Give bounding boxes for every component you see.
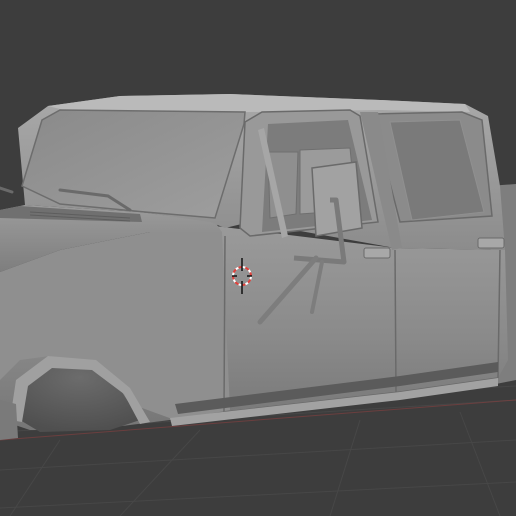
- viewport-canvas[interactable]: [0, 0, 516, 516]
- front-door-handle: [363, 247, 391, 259]
- front-bumper: [0, 400, 18, 440]
- rear-door-handle: [477, 237, 505, 249]
- truck-body-mesh[interactable]: [0, 94, 516, 440]
- 3d-viewport[interactable]: [0, 0, 516, 516]
- windshield: [21, 109, 246, 219]
